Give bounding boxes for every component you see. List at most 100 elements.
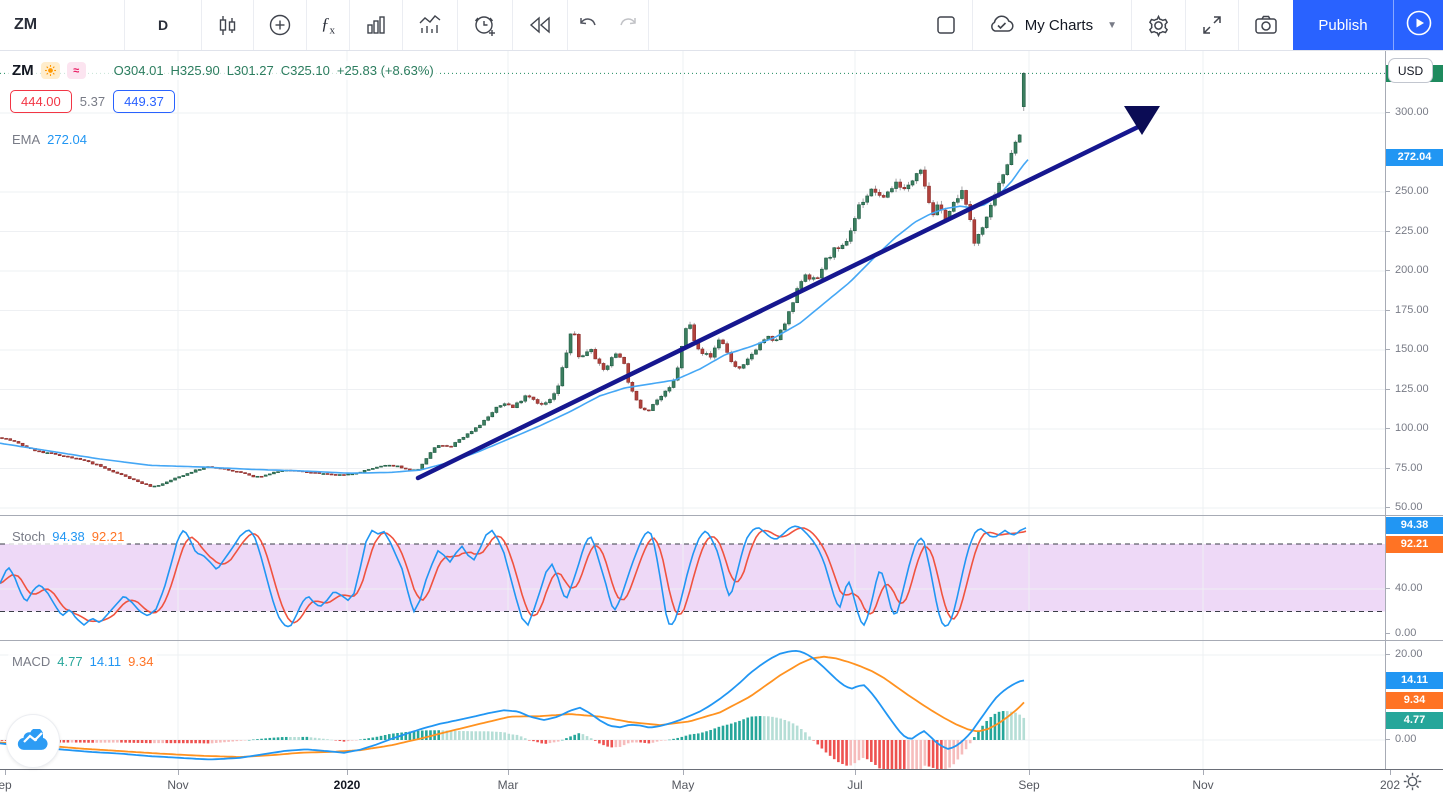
currency-label: USD <box>1398 64 1423 78</box>
currency-button[interactable]: USD <box>1388 58 1433 83</box>
axis-price-pill: 272.04 <box>1386 149 1443 166</box>
order-widget: 444.00 5.37 449.37 <box>10 90 175 113</box>
time-tick <box>855 770 856 775</box>
price-tick-label: 150.00 <box>1386 343 1443 355</box>
fx-icon: ƒx <box>321 14 335 36</box>
symbol-label: ZM <box>14 16 37 34</box>
top-toolbar: ZM D ƒx My Charts ▼ <box>0 0 1443 51</box>
candles <box>1 72 1026 487</box>
pane-separator[interactable] <box>0 640 1443 641</box>
candlestick-icon <box>216 14 239 37</box>
redo-button[interactable] <box>608 0 648 50</box>
chart-settings-button[interactable] <box>1132 0 1185 50</box>
my-charts-label: My Charts <box>1025 17 1093 34</box>
stoch-legend[interactable]: Stoch 94.38 92.21 <box>8 528 128 545</box>
interval-button[interactable]: D <box>125 0 201 50</box>
patterns-button[interactable] <box>403 0 457 50</box>
macd-tick-label: 0.00 <box>1386 733 1443 745</box>
macd-hist-value: 4.77 <box>57 654 82 669</box>
price-tick-label: 250.00 <box>1386 185 1443 197</box>
order-upper-price[interactable]: 449.37 <box>113 90 175 113</box>
ema-label: EMA <box>12 132 40 147</box>
price-tick-label: 75.00 <box>1386 462 1443 474</box>
time-tick <box>1029 770 1030 775</box>
price-axis-border <box>1385 51 1386 769</box>
chevron-down-icon: ▼ <box>1107 20 1117 31</box>
alert-button[interactable] <box>458 0 512 50</box>
legend-high: H325.90 <box>171 63 220 78</box>
macd-pane[interactable] <box>0 641 1385 769</box>
legend-open: O304.01 <box>114 63 164 78</box>
stoch-d-value: 92.21 <box>92 529 125 544</box>
ema-legend[interactable]: EMA 272.04 <box>8 131 91 148</box>
pane-separator[interactable] <box>0 515 1443 516</box>
time-tick <box>508 770 509 775</box>
stoch-k-value: 94.38 <box>52 529 85 544</box>
time-tick <box>1390 770 1391 775</box>
plus-circle-icon <box>268 13 292 37</box>
layout-square-icon <box>934 13 958 37</box>
compare-button[interactable] <box>254 0 306 50</box>
time-tick-label: Nov <box>1192 778 1213 792</box>
price-tick-label: 175.00 <box>1386 304 1443 316</box>
time-tick <box>683 770 684 775</box>
legend-low: L301.27 <box>227 63 274 78</box>
gear-icon <box>1146 13 1171 38</box>
indicator-templates-button[interactable] <box>350 0 402 50</box>
cloud-check-icon <box>987 14 1017 36</box>
stoch-label: Stoch <box>12 529 45 544</box>
order-lower-price[interactable]: 444.00 <box>10 90 72 113</box>
price-tick-label: 125.00 <box>1386 383 1443 395</box>
wave-chart-icon <box>417 13 443 37</box>
legend-change: +25.83 (+8.63%) <box>337 63 434 78</box>
replay-button[interactable] <box>513 0 567 50</box>
price-tick-label: 300.00 <box>1386 106 1443 118</box>
time-tick-label: 202 <box>1380 778 1400 792</box>
divider <box>648 0 649 50</box>
chart-type-button[interactable] <box>202 0 253 50</box>
axis-settings-gear-icon[interactable] <box>1403 772 1422 796</box>
price-pane[interactable] <box>0 51 1385 515</box>
time-tick <box>1203 770 1204 775</box>
indicators-button[interactable]: ƒx <box>307 0 349 50</box>
symbol-search-button[interactable]: ZM <box>0 0 124 50</box>
time-tick-label: ep <box>0 778 12 792</box>
macd-label: MACD <box>12 654 50 669</box>
rewind-icon <box>527 14 553 36</box>
price-axis[interactable]: USD 300.00250.00225.00200.00175.00150.00… <box>1386 51 1443 769</box>
extended-hours-icon: ≈ <box>67 62 86 79</box>
publish-menu-button[interactable] <box>1393 0 1443 50</box>
legend-symbol[interactable]: ZM <box>12 62 34 79</box>
time-tick-label: Sep <box>1018 778 1039 792</box>
screenshot-button[interactable] <box>1239 0 1293 50</box>
tradingview-logo[interactable] <box>6 714 60 768</box>
fullscreen-button[interactable] <box>1186 0 1238 50</box>
time-tick-label: Mar <box>498 778 519 792</box>
axis-price-pill: 14.11 <box>1386 672 1443 689</box>
publish-button[interactable]: Publish <box>1293 0 1393 50</box>
stoch-tick-label: 0.00 <box>1386 627 1443 639</box>
stoch-tick-label: 40.00 <box>1386 582 1443 594</box>
macd-tick-label: 20.00 <box>1386 648 1443 660</box>
ema-line <box>0 160 1028 474</box>
macd-legend[interactable]: MACD 4.77 14.11 9.34 <box>8 653 157 670</box>
layout-button[interactable] <box>920 0 972 50</box>
axis-price-pill: 92.21 <box>1386 536 1443 553</box>
time-tick <box>5 770 6 775</box>
time-tick-label: May <box>672 778 695 792</box>
price-tick-label: 200.00 <box>1386 264 1443 276</box>
time-tick-label: Jul <box>847 778 862 792</box>
order-quantity: 5.37 <box>80 94 105 109</box>
publish-label: Publish <box>1318 17 1367 34</box>
stoch-pane[interactable] <box>0 516 1385 640</box>
time-tick <box>347 770 348 775</box>
time-tick <box>178 770 179 775</box>
axis-price-pill: 4.77 <box>1386 712 1443 729</box>
price-tick-label: 100.00 <box>1386 422 1443 434</box>
undo-button[interactable] <box>568 0 608 50</box>
legend-close: C325.10 <box>281 63 330 78</box>
time-axis[interactable]: epNov2020MarMayJulSepNov202 <box>0 769 1443 799</box>
trend-line <box>418 127 1138 478</box>
my-charts-button[interactable]: My Charts ▼ <box>973 0 1131 50</box>
play-circle-icon <box>1405 9 1433 42</box>
